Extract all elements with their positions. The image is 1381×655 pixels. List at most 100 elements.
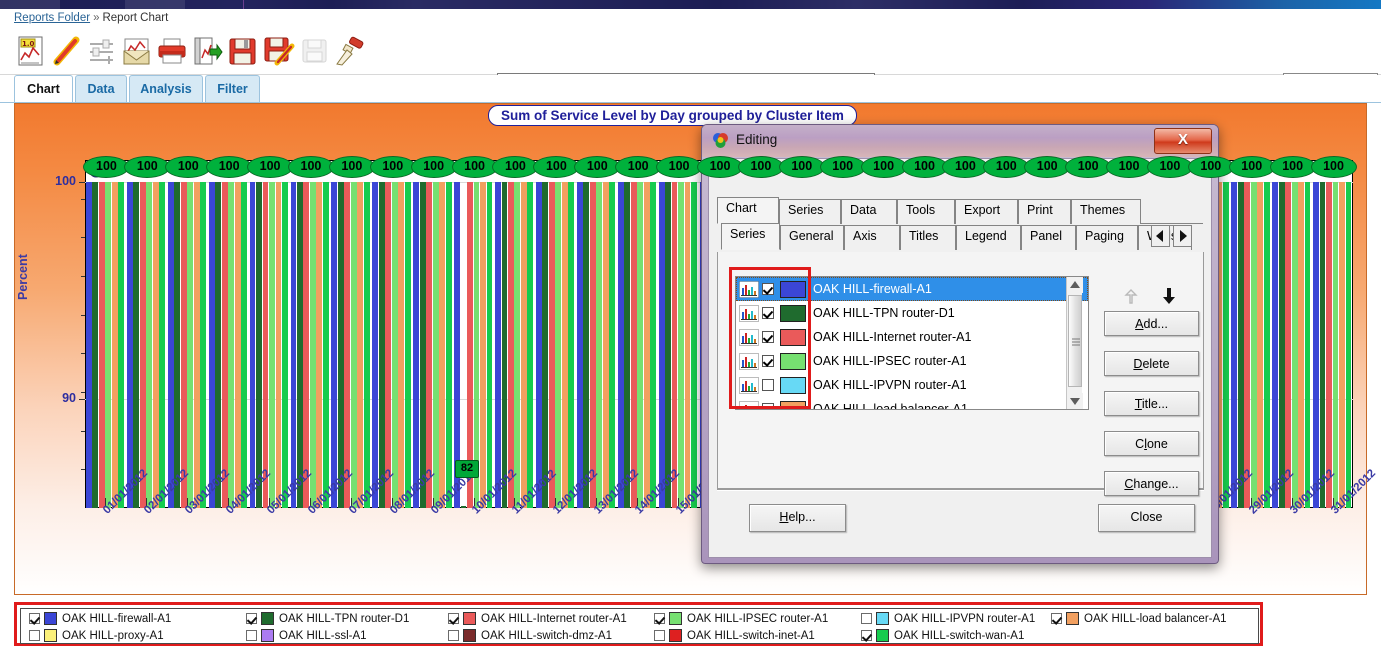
- legend-item[interactable]: OAK HILL-switch-inet-A1: [654, 628, 815, 643]
- dialog-tab-data[interactable]: Data: [841, 199, 897, 224]
- dialog-tab-themes[interactable]: Themes: [1071, 199, 1141, 224]
- dialog-tab-paging[interactable]: Paging: [1076, 225, 1138, 250]
- chart-bar: [133, 181, 140, 508]
- series-color-swatch[interactable]: [780, 328, 806, 346]
- save-edit-icon[interactable]: [262, 34, 296, 68]
- legend-item[interactable]: OAK HILL-firewall-A1: [29, 611, 171, 626]
- dialog-tab-prev-icon[interactable]: [1151, 225, 1170, 247]
- series-color-swatch[interactable]: [780, 304, 806, 322]
- series-list-item[interactable]: OAK HILL-firewall-A1: [736, 277, 1088, 301]
- settings-sliders-icon[interactable]: [85, 34, 119, 68]
- new-report-icon[interactable]: 1.0: [14, 34, 48, 68]
- series-listbox[interactable]: OAK HILL-firewall-A1 OAK HILL-TPN router-…: [735, 276, 1089, 410]
- dialog-tab-label: General: [789, 229, 834, 243]
- dialog-titlebar[interactable]: Editing X: [702, 125, 1218, 157]
- legend-item[interactable]: OAK HILL-switch-dmz-A1: [448, 628, 612, 643]
- series-list-item[interactable]: OAK HILL-IPVPN router-A1: [736, 373, 1088, 397]
- edit-report-icon[interactable]: [50, 34, 84, 68]
- clear-brush-icon[interactable]: [333, 34, 367, 68]
- legend-checkbox[interactable]: [448, 613, 459, 624]
- series-list-item[interactable]: OAK HILL-TPN router-D1: [736, 301, 1088, 325]
- delete-button[interactable]: Delete: [1104, 351, 1199, 376]
- dialog-tab-legend[interactable]: Legend: [956, 225, 1021, 250]
- legend-label: OAK HILL-TPN router-D1: [279, 612, 410, 625]
- legend-item[interactable]: OAK HILL-load balancer-A1: [1051, 611, 1227, 626]
- dialog-tab-axis[interactable]: Axis: [844, 225, 900, 250]
- chart-bar: [174, 181, 181, 508]
- dialog-tab-series[interactable]: Series: [779, 199, 841, 224]
- series-list-scrollbar[interactable]: [1066, 277, 1083, 409]
- series-list-item[interactable]: OAK HILL-IPSEC router-A1: [736, 349, 1088, 373]
- export-icon[interactable]: [190, 34, 224, 68]
- print-icon[interactable]: [155, 34, 189, 68]
- legend-item[interactable]: OAK HILL-IPSEC router-A1: [654, 611, 828, 626]
- chart-bar: [262, 181, 269, 508]
- legend-color-swatch: [463, 612, 476, 625]
- legend-checkbox[interactable]: [654, 630, 665, 641]
- clone-button[interactable]: Clone: [1104, 431, 1199, 456]
- legend-item[interactable]: OAK HILL-TPN router-D1: [246, 611, 409, 626]
- legend-checkbox[interactable]: [246, 613, 257, 624]
- breadcrumb-root-link[interactable]: Reports Folder: [14, 12, 90, 24]
- legend-checkbox[interactable]: [1051, 613, 1062, 624]
- chart-bar: [200, 181, 207, 508]
- legend-item[interactable]: OAK HILL-Internet router-A1: [448, 611, 627, 626]
- chart-bar: [215, 181, 222, 508]
- series-visibility-checkbox[interactable]: [762, 307, 774, 319]
- tab-data[interactable]: Data: [75, 75, 127, 102]
- change-button[interactable]: Change...: [1104, 471, 1199, 496]
- scroll-up-icon[interactable]: [1067, 277, 1083, 293]
- tab-analysis[interactable]: Analysis: [129, 75, 203, 102]
- legend-checkbox[interactable]: [448, 630, 459, 641]
- legend-checkbox[interactable]: [246, 630, 257, 641]
- scrollbar-thumb[interactable]: [1068, 295, 1082, 387]
- dialog-tab-print[interactable]: Print: [1018, 199, 1071, 224]
- series-visibility-checkbox[interactable]: [762, 331, 774, 343]
- series-color-swatch[interactable]: [780, 352, 806, 370]
- email-report-icon[interactable]: [120, 34, 154, 68]
- help-button[interactable]: Help...: [749, 504, 846, 532]
- legend-item[interactable]: OAK HILL-IPVPN router-A1: [861, 611, 1035, 626]
- series-visibility-checkbox[interactable]: [762, 355, 774, 367]
- dialog-tab-panel[interactable]: Panel: [1021, 225, 1076, 250]
- tab-filter[interactable]: Filter: [205, 75, 260, 102]
- palette-icon: [712, 132, 729, 149]
- series-list-item[interactable]: OAK HILL-load balancer-A1: [736, 397, 1088, 409]
- chart-bar: [187, 181, 194, 508]
- dialog-tab-next-icon[interactable]: [1173, 225, 1192, 247]
- legend-checkbox[interactable]: [29, 613, 40, 624]
- dialog-tab-export[interactable]: Export: [955, 199, 1018, 224]
- legend-item[interactable]: OAK HILL-ssl-A1: [246, 628, 367, 643]
- close-icon[interactable]: X: [1154, 128, 1212, 154]
- scroll-down-icon[interactable]: [1067, 393, 1083, 409]
- legend-checkbox[interactable]: [654, 613, 665, 624]
- move-up-icon[interactable]: [1123, 289, 1139, 305]
- series-list-item[interactable]: OAK HILL-Internet router-A1: [736, 325, 1088, 349]
- legend-checkbox[interactable]: [861, 630, 872, 641]
- dialog-tab-chart[interactable]: Chart: [717, 197, 779, 224]
- legend-item[interactable]: OAK HILL-proxy-A1: [29, 628, 164, 643]
- save-icon[interactable]: [226, 34, 260, 68]
- chart-bar: [378, 181, 385, 508]
- dialog-tab-general[interactable]: General: [780, 225, 844, 250]
- series-visibility-checkbox[interactable]: [762, 283, 774, 295]
- tab-chart[interactable]: Chart: [14, 75, 73, 102]
- chart-bar: [139, 181, 146, 508]
- title-button[interactable]: Title...: [1104, 391, 1199, 416]
- dialog-tab-series[interactable]: Series: [721, 223, 780, 250]
- legend-checkbox[interactable]: [29, 630, 40, 641]
- series-visibility-checkbox[interactable]: [762, 379, 774, 391]
- series-color-swatch[interactable]: [780, 376, 806, 394]
- legend-item[interactable]: OAK HILL-switch-wan-A1: [861, 628, 1024, 643]
- series-label: OAK HILL-IPSEC router-A1: [813, 354, 967, 368]
- legend-checkbox[interactable]: [861, 613, 872, 624]
- series-color-swatch[interactable]: [780, 400, 806, 409]
- series-visibility-checkbox[interactable]: [762, 403, 774, 409]
- dialog-tab-titles[interactable]: Titles: [900, 225, 956, 250]
- series-label: OAK HILL-Internet router-A1: [813, 330, 972, 344]
- add-button[interactable]: Add...: [1104, 311, 1199, 336]
- close-button[interactable]: Close: [1098, 504, 1195, 532]
- move-down-icon[interactable]: [1161, 287, 1177, 305]
- series-color-swatch[interactable]: [780, 280, 806, 298]
- dialog-tab-tools[interactable]: Tools: [897, 199, 955, 224]
